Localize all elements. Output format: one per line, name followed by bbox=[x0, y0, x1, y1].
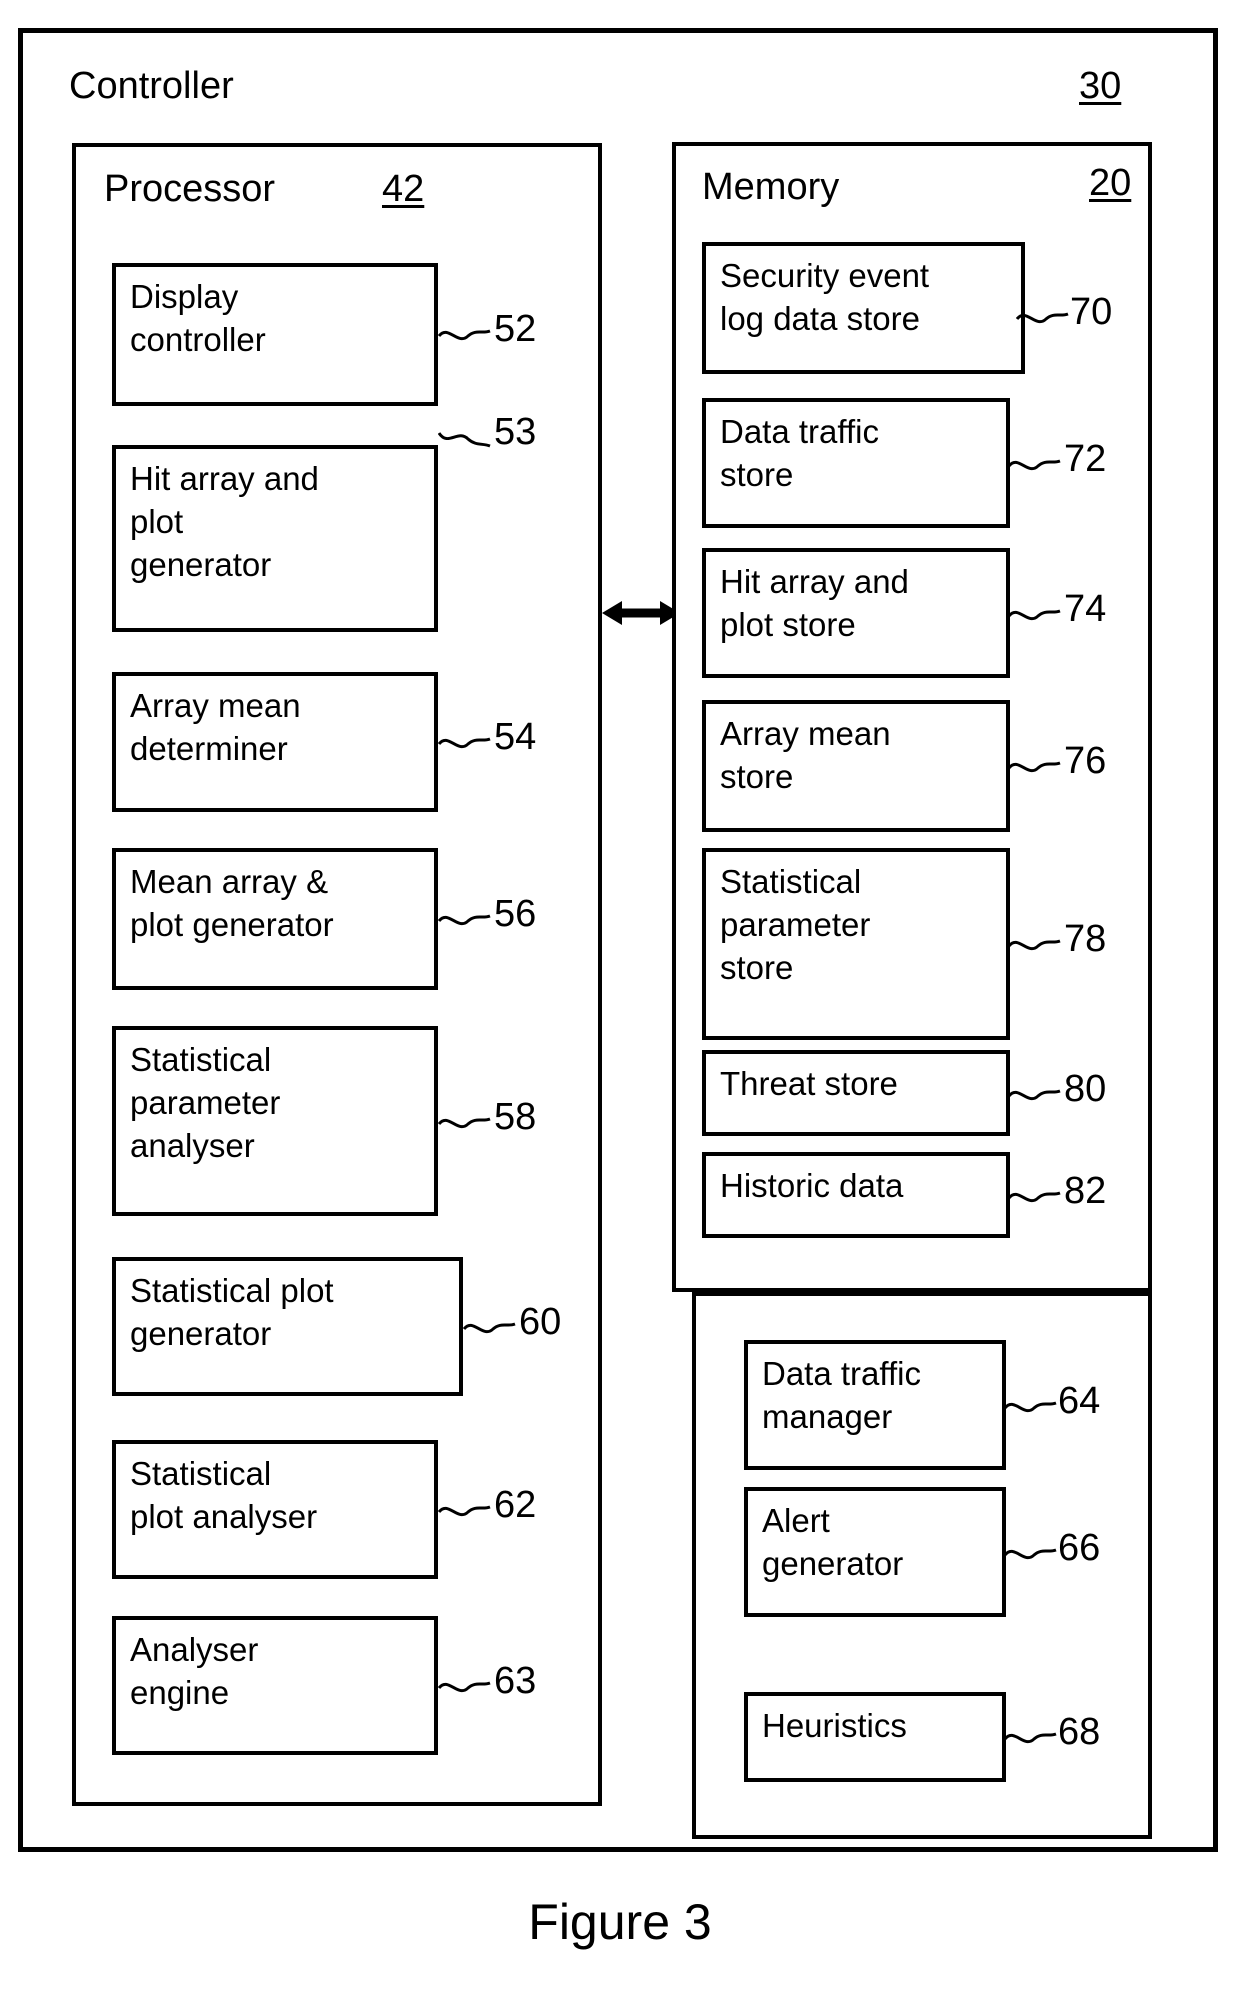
processor-title: Processor bbox=[104, 168, 276, 210]
block-label: Analyser engine bbox=[130, 1631, 259, 1711]
processor-block-display-controller: Display controller bbox=[112, 263, 438, 406]
controller-ref-numeral: 30 bbox=[1079, 65, 1122, 107]
block-label: Statistical parameter store bbox=[720, 863, 871, 986]
ref-numeral-53: 53 bbox=[494, 411, 537, 453]
processor-block-hit-array-plot-generator: Hit array and plot generator bbox=[112, 445, 438, 632]
processor-block-array-mean-determiner: Array mean determiner bbox=[112, 672, 438, 812]
block-label: Statistical parameter analyser bbox=[130, 1041, 281, 1164]
ref-numeral-63: 63 bbox=[494, 1660, 537, 1702]
ref-numeral-52: 52 bbox=[494, 308, 537, 350]
ref-numeral-62: 62 bbox=[494, 1484, 537, 1526]
services-block-heuristics: Heuristics bbox=[744, 1692, 1006, 1782]
memory-block-data-traffic-store: Data traffic store bbox=[702, 398, 1010, 528]
processor-block-mean-array-plot-generator: Mean array & plot generator bbox=[112, 848, 438, 990]
processor-block-statistical-plot-analyser: Statistical plot analyser bbox=[112, 1440, 438, 1579]
block-label: Display controller bbox=[130, 278, 266, 358]
ref-numeral-64: 64 bbox=[1058, 1380, 1101, 1422]
figure-caption: Figure 3 bbox=[528, 1894, 712, 1950]
ref-numeral-78: 78 bbox=[1064, 918, 1107, 960]
controller-title: Controller bbox=[69, 65, 234, 107]
block-label: Historic data bbox=[720, 1167, 904, 1204]
ref-numeral-76: 76 bbox=[1064, 740, 1107, 782]
processor-memory-bus-arrow bbox=[602, 601, 680, 625]
block-label: Threat store bbox=[720, 1065, 898, 1102]
processor-block-statistical-plot-generator: Statistical plot generator bbox=[112, 1257, 463, 1396]
services-block-data-traffic-manager: Data traffic manager bbox=[744, 1340, 1006, 1470]
memory-block-security-event-log-data-store: Security event log data store bbox=[702, 242, 1025, 374]
ref-numeral-58: 58 bbox=[494, 1096, 537, 1138]
memory-ref-numeral: 20 bbox=[1089, 162, 1132, 204]
block-label: Data traffic store bbox=[720, 413, 879, 493]
memory-title: Memory bbox=[702, 166, 840, 208]
ref-numeral-60: 60 bbox=[519, 1301, 562, 1343]
ref-numeral-66: 66 bbox=[1058, 1527, 1101, 1569]
block-label: Array mean store bbox=[720, 715, 891, 795]
processor-block-statistical-parameter-analyser: Statistical parameter analyser bbox=[112, 1026, 438, 1216]
block-label: Security event log data store bbox=[720, 257, 930, 337]
processor-block-analyser-engine: Analyser engine bbox=[112, 1616, 438, 1755]
block-label: Hit array and plot generator bbox=[130, 460, 319, 583]
patent-figure-3: Controller 30 Processor 42 Display contr… bbox=[0, 0, 1240, 1991]
ref-numeral-74: 74 bbox=[1064, 588, 1107, 630]
block-label: Array mean determiner bbox=[130, 687, 301, 767]
ref-numeral-68: 68 bbox=[1058, 1711, 1101, 1753]
ref-numeral-72: 72 bbox=[1064, 438, 1107, 480]
ref-numeral-54: 54 bbox=[494, 716, 537, 758]
block-label: Data traffic manager bbox=[762, 1355, 921, 1435]
ref-numeral-70: 70 bbox=[1070, 291, 1113, 333]
memory-block-historic-data: Historic data bbox=[702, 1152, 1010, 1238]
block-label: Mean array & plot generator bbox=[130, 863, 334, 943]
memory-block-statistical-parameter-store: Statistical parameter store bbox=[702, 848, 1010, 1040]
memory-block-threat-store: Threat store bbox=[702, 1050, 1010, 1136]
block-label: Heuristics bbox=[762, 1707, 907, 1744]
memory-block-array-mean-store: Array mean store bbox=[702, 700, 1010, 832]
services-block-alert-generator: Alert generator bbox=[744, 1487, 1006, 1617]
memory-block-hit-array-and-plot-store: Hit array and plot store bbox=[702, 548, 1010, 678]
ref-numeral-82: 82 bbox=[1064, 1170, 1107, 1212]
ref-numeral-80: 80 bbox=[1064, 1068, 1107, 1110]
block-label: Alert generator bbox=[762, 1502, 904, 1582]
block-label: Hit array and plot store bbox=[720, 563, 909, 643]
block-label: Statistical plot analyser bbox=[130, 1455, 318, 1535]
block-label: Statistical plot generator bbox=[130, 1272, 334, 1352]
processor-ref-numeral: 42 bbox=[382, 168, 425, 210]
ref-numeral-56: 56 bbox=[494, 893, 537, 935]
